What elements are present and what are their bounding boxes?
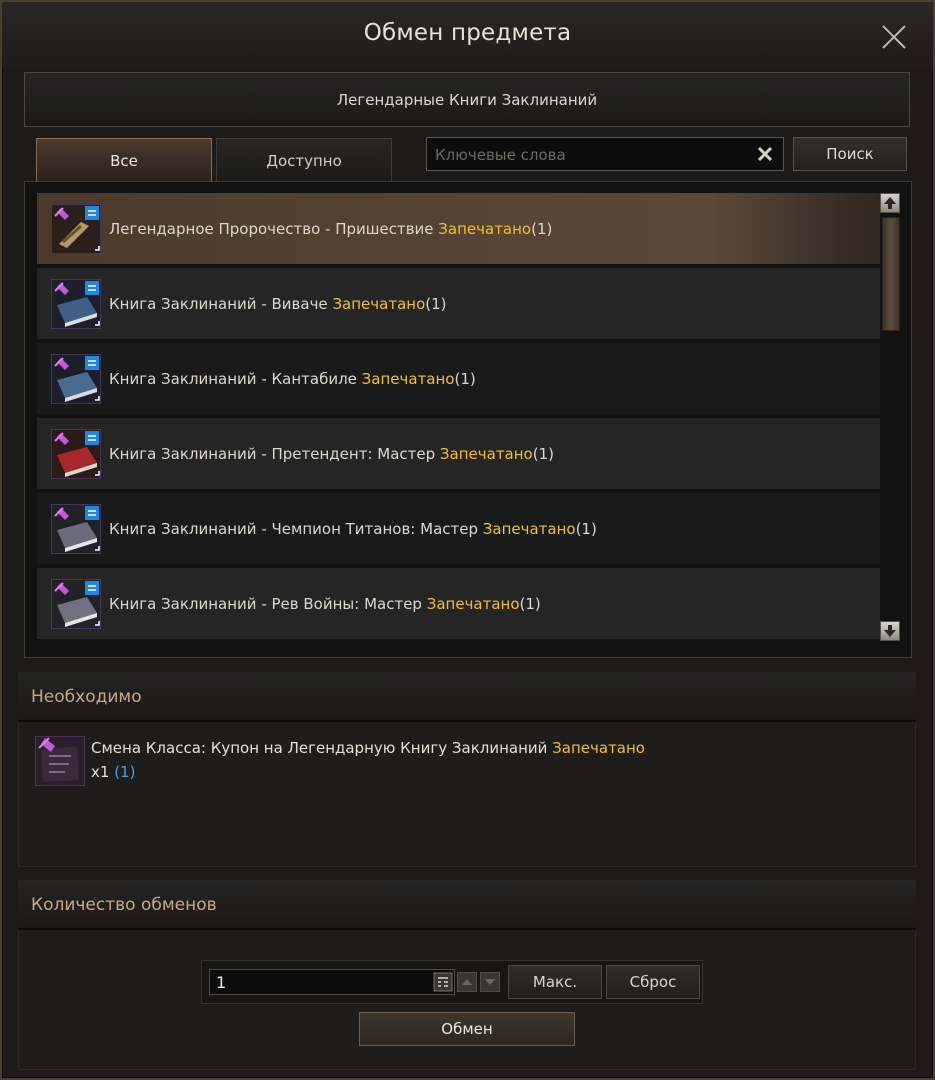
item-label: Книга Заклинаний - Чемпион Титанов: Маст… xyxy=(109,519,597,538)
list-item[interactable]: Книга Заклинаний - Претендент: Мастер За… xyxy=(37,418,880,489)
item-label: Книга Заклинаний - Рев Войны: Мастер Зап… xyxy=(109,594,541,613)
search-button[interactable]: Поиск xyxy=(793,137,907,171)
reset-button[interactable]: Сброс xyxy=(606,965,700,999)
increase-quantity-icon[interactable] xyxy=(457,972,477,992)
spellbook-blue-icon xyxy=(50,278,102,329)
item-label: Книга Заклинаний - Претендент: Мастер За… xyxy=(109,444,554,463)
spellbook-blue-icon xyxy=(50,353,102,404)
required-header: Необходимо xyxy=(18,672,916,722)
spellbook-red-icon xyxy=(50,428,102,479)
exchange-count-header: Количество обменов xyxy=(18,880,916,930)
required-item-quantity: x1 (1) xyxy=(91,763,136,781)
list-scrollbar[interactable] xyxy=(878,191,902,646)
decrease-quantity-icon[interactable] xyxy=(480,972,500,992)
item-list: Легендарное Пророчество - Пришествие Зап… xyxy=(24,181,912,658)
list-item[interactable]: Книга Заклинаний - Чемпион Титанов: Маст… xyxy=(37,493,880,564)
coupon-book-icon xyxy=(34,735,86,787)
required-item-label: Смена Класса: Купон на Легендарную Книгу… xyxy=(91,739,645,757)
close-icon[interactable] xyxy=(879,22,909,52)
list-item[interactable]: Книга Заклинаний - Рев Войны: Мастер Зап… xyxy=(37,568,880,639)
tab-available[interactable]: Доступно xyxy=(216,138,392,182)
list-item[interactable]: Книга Заклинаний - Виваче Запечатано(1) xyxy=(37,268,880,339)
category-title: Легендарные Книги Заклинаний xyxy=(24,72,910,127)
owned-count: (1) xyxy=(114,763,136,781)
quantity-input[interactable] xyxy=(209,969,455,995)
list-item[interactable]: Легендарное Пророчество - Пришествие Зап… xyxy=(37,193,880,264)
item-label: Легендарное Пророчество - Пришествие Зап… xyxy=(109,219,553,238)
spellbook-gray-icon xyxy=(50,578,102,629)
search-box xyxy=(426,137,784,171)
category-label: Легендарные Книги Заклинаний xyxy=(336,90,598,109)
scroll-up-icon[interactable] xyxy=(880,193,900,213)
item-label: Книга Заклинаний - Виваче Запечатано(1) xyxy=(109,294,447,313)
spellbook-gray-icon xyxy=(50,503,102,554)
window-title: Обмен предмета xyxy=(363,20,572,46)
exchange-button[interactable]: Обмен xyxy=(359,1012,575,1046)
item-label: Книга Заклинаний - Кантабиле Запечатано(… xyxy=(109,369,476,388)
scroll-thumb[interactable] xyxy=(882,217,900,331)
max-button[interactable]: Макс. xyxy=(508,965,602,999)
scroll-down-icon[interactable] xyxy=(880,621,900,641)
clear-search-icon[interactable] xyxy=(755,144,775,164)
title-bar[interactable]: Обмен предмета xyxy=(2,2,933,68)
calculator-icon[interactable] xyxy=(433,972,453,992)
exchange-window: Обмен предмета Легендарные Книги Заклина… xyxy=(0,0,935,1080)
search-input[interactable] xyxy=(433,142,747,168)
legendary-prophecy-icon xyxy=(50,203,102,254)
list-item[interactable]: Книга Заклинаний - Кантабиле Запечатано(… xyxy=(37,343,880,414)
required-panel: Смена Класса: Купон на Легендарную Книгу… xyxy=(18,722,916,867)
tab-all[interactable]: Все xyxy=(36,138,212,182)
